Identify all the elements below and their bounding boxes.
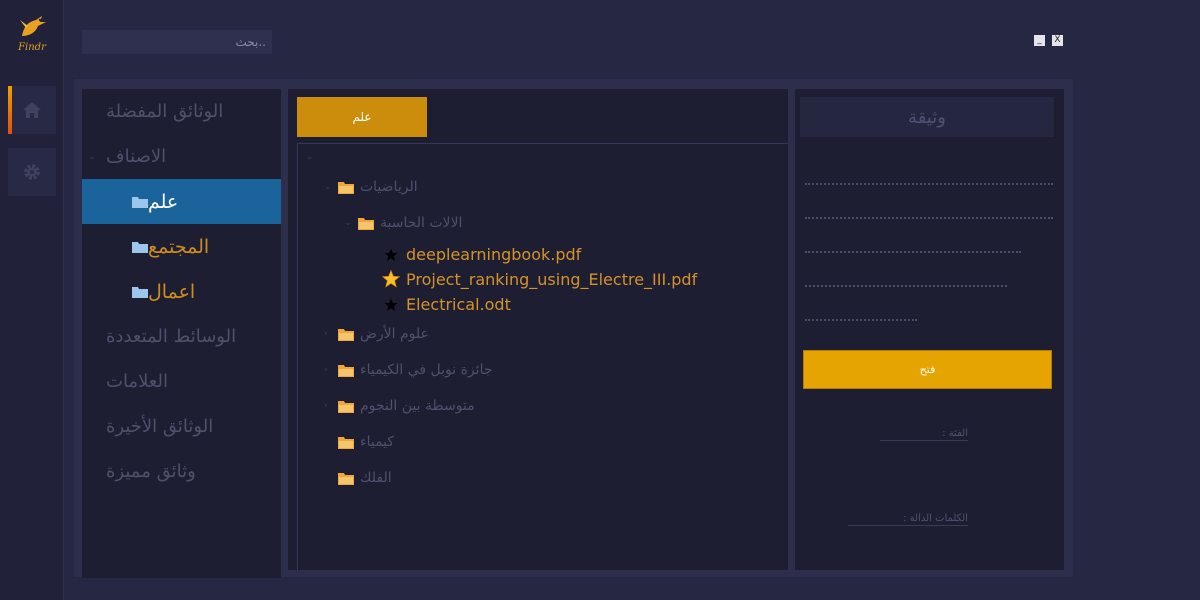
settings-button[interactable] bbox=[8, 148, 56, 196]
category-label: الفئة : bbox=[880, 428, 968, 441]
document-title: وثيقة bbox=[800, 97, 1054, 137]
left-rail: Findr bbox=[0, 0, 64, 600]
folder-icon bbox=[358, 217, 374, 230]
tree-item-earth-sciences[interactable]: › علوم الأرض bbox=[324, 323, 429, 345]
gear-icon bbox=[24, 164, 40, 180]
tree-item-chemistry[interactable]: كيمياء bbox=[324, 431, 394, 453]
folder-icon bbox=[338, 472, 354, 485]
file-label: Project_ranking_using_Electre_III.pdf bbox=[406, 269, 698, 289]
star-filled-icon[interactable] bbox=[381, 269, 401, 288]
sidebar-item-business[interactable]: اعمال bbox=[82, 269, 281, 314]
placeholder-line bbox=[805, 279, 1007, 287]
placeholder-line bbox=[805, 177, 1053, 185]
tree-file[interactable]: deeplearningbook.pdf bbox=[384, 243, 581, 265]
keywords-label: الكلمات الدالة : bbox=[848, 513, 968, 526]
chevron-right-icon[interactable]: › bbox=[324, 329, 338, 339]
chevron-right-icon[interactable]: › bbox=[324, 401, 338, 411]
home-button[interactable] bbox=[8, 86, 56, 134]
tree-item-label: علوم الأرض bbox=[360, 326, 429, 342]
folder-icon bbox=[338, 364, 354, 377]
chevron-down-icon[interactable]: ⌄ bbox=[344, 218, 358, 228]
tree-item-nobel-chemistry[interactable]: › جائزة نوبل في الكيمياء bbox=[324, 359, 493, 381]
file-label: deeplearningbook.pdf bbox=[406, 244, 582, 264]
tree-root[interactable]: ⌄ bbox=[306, 146, 320, 168]
file-label: Electrical.odt bbox=[406, 294, 511, 314]
chevron-down-icon[interactable]: ⌄ bbox=[88, 152, 96, 162]
star-icon[interactable] bbox=[384, 297, 398, 311]
tree-item-calculators[interactable]: ⌄ الالات الحاسبة bbox=[344, 212, 462, 234]
sidebar-item-featured[interactable]: وثائق مميزة bbox=[82, 449, 281, 494]
tree-item-label: الفلك bbox=[360, 470, 392, 486]
logo-text: Findr bbox=[18, 42, 46, 53]
open-button[interactable]: فتح bbox=[803, 350, 1052, 389]
sidebar-item-label: الوسائط المتعددة bbox=[106, 326, 237, 347]
sidebar-item-label: المجتمع bbox=[148, 235, 210, 258]
tree-file[interactable]: Project_ranking_using_Electre_III.pdf bbox=[381, 268, 698, 290]
folder-icon bbox=[132, 196, 148, 208]
sidebar-item-categories[interactable]: ⌄ الاصناف bbox=[82, 134, 281, 179]
tree-item-label: جائزة نوبل في الكيمياء bbox=[360, 362, 493, 378]
sidebar-item-society[interactable]: المجتمع bbox=[82, 224, 281, 269]
active-indicator bbox=[8, 86, 12, 134]
tree-item-interstellar[interactable]: › متوسطة بين النجوم bbox=[324, 395, 475, 417]
tab-science[interactable]: علم bbox=[297, 97, 427, 137]
sidebar-item-science[interactable]: علم bbox=[82, 179, 281, 224]
folder-icon bbox=[338, 181, 354, 194]
folder-icon bbox=[338, 328, 354, 341]
document-tree: ⌄ ⌄ الرياضيات ⌄ الالات الحاسبة deeplearn… bbox=[297, 143, 788, 570]
sidebar-item-favorites[interactable]: الوثائق المفضلة bbox=[82, 89, 281, 134]
tree-item-label: متوسطة بين النجوم bbox=[360, 398, 475, 414]
sidebar-item-label: الوثائق المفضلة bbox=[106, 101, 224, 122]
tree-item-astronomy[interactable]: الفلك bbox=[324, 467, 392, 489]
folder-icon bbox=[132, 286, 148, 298]
home-icon bbox=[23, 102, 41, 118]
tree-item-math[interactable]: ⌄ الرياضيات bbox=[324, 176, 418, 198]
document-details-panel bbox=[795, 89, 1064, 570]
sidebar-item-label: الاصناف bbox=[106, 146, 167, 167]
tree-item-label: كيمياء bbox=[360, 434, 395, 450]
close-button[interactable]: X bbox=[1052, 35, 1063, 46]
minimize-button[interactable]: _ bbox=[1034, 35, 1045, 46]
sidebar-item-label: العلامات bbox=[106, 371, 168, 392]
sidebar-item-label: الوثائق الأخيرة bbox=[106, 416, 214, 437]
sidebar-item-multimedia[interactable]: الوسائط المتعددة bbox=[82, 314, 281, 359]
categories-sidebar: الوثائق المفضلة ⌄ الاصناف علم المجتمع اع… bbox=[82, 89, 281, 578]
tree-item-label: الرياضيات bbox=[360, 179, 418, 195]
sidebar-item-recent[interactable]: الوثائق الأخيرة bbox=[82, 404, 281, 449]
placeholder-line bbox=[805, 313, 917, 321]
placeholder-line bbox=[805, 211, 1053, 219]
search-input[interactable] bbox=[82, 30, 272, 54]
folder-icon bbox=[338, 400, 354, 413]
folder-icon bbox=[132, 241, 148, 253]
tree-item-label: الالات الحاسبة bbox=[380, 215, 463, 231]
sidebar-item-label: وثائق مميزة bbox=[106, 461, 196, 482]
chevron-right-icon[interactable]: › bbox=[324, 365, 338, 375]
star-icon[interactable] bbox=[384, 247, 398, 261]
folder-icon bbox=[338, 436, 354, 449]
sidebar-item-label: اعمال bbox=[148, 280, 196, 303]
chevron-down-icon[interactable]: ⌄ bbox=[324, 182, 338, 192]
sidebar-item-tags[interactable]: العلامات bbox=[82, 359, 281, 404]
placeholder-line bbox=[805, 245, 1021, 253]
sidebar-item-label: علم bbox=[148, 190, 179, 213]
chevron-down-icon[interactable]: ⌄ bbox=[306, 152, 320, 162]
findr-logo: Findr bbox=[14, 12, 50, 60]
tree-file[interactable]: Electrical.odt bbox=[384, 293, 511, 315]
